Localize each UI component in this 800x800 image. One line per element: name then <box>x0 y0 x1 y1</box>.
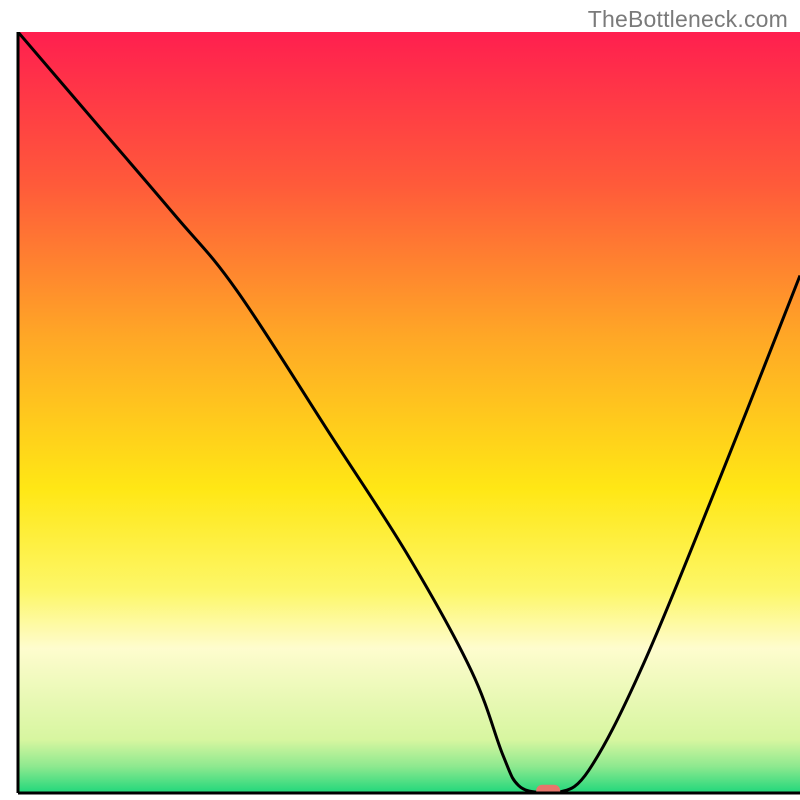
gradient-background <box>18 32 800 793</box>
optimal-marker <box>536 785 560 797</box>
bottleneck-chart <box>0 0 800 800</box>
watermark-label: TheBottleneck.com <box>588 6 788 33</box>
chart-stage: TheBottleneck.com <box>0 0 800 800</box>
